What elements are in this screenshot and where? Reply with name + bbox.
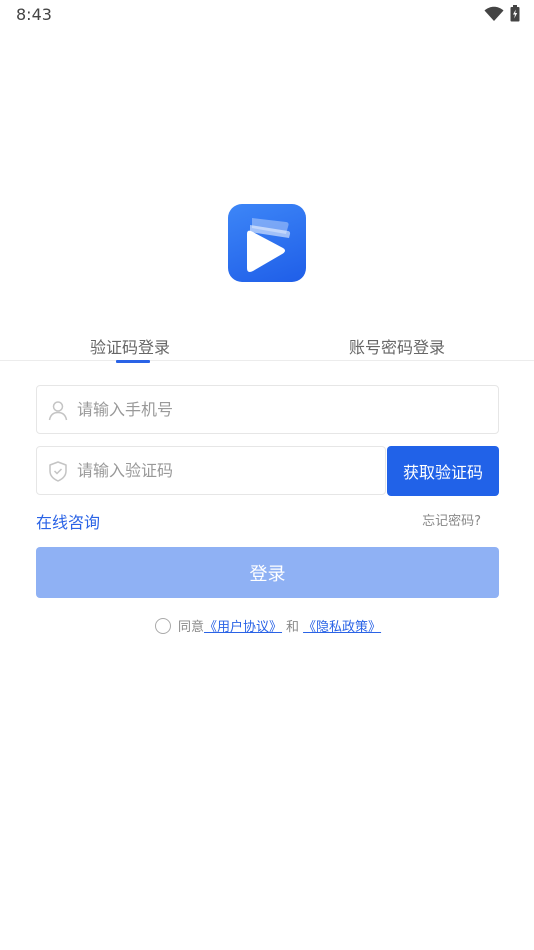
forgot-password-link[interactable]: 忘记密码? (422, 510, 481, 529)
tab-sms-login[interactable]: 验证码登录 (90, 334, 170, 358)
login-page: 8:43 验证码登录 账号密码登录 请输入手机号 请输入验证码 获取验证码 在线… (0, 0, 534, 950)
online-consult-link[interactable]: 在线咨询 (36, 509, 100, 533)
status-time: 8:43 (16, 5, 52, 24)
status-icons (484, 5, 520, 22)
privacy-policy-link[interactable]: 《隐私政策》 (303, 616, 381, 635)
code-field (36, 446, 386, 495)
shield-icon (49, 461, 67, 482)
get-code-button[interactable]: 获取验证码 (387, 446, 499, 496)
phone-input[interactable] (77, 386, 490, 433)
agreement-row: 同意 《用户协议》 和 《隐私政策》 (155, 616, 381, 635)
phone-field (36, 385, 499, 434)
battery-icon (510, 5, 520, 22)
login-tabs: 验证码登录 账号密码登录 (0, 330, 534, 363)
tab-password-login[interactable]: 账号密码登录 (349, 334, 445, 358)
user-agreement-link[interactable]: 《用户协议》 (204, 616, 282, 635)
agree-radio[interactable] (155, 617, 171, 634)
wifi-icon (484, 6, 504, 21)
agree-and-text: 和 (286, 620, 300, 635)
agree-text: 同意 (178, 620, 205, 635)
login-button[interactable]: 登录 (36, 547, 499, 598)
status-bar: 8:43 (0, 0, 534, 28)
user-icon (48, 401, 68, 421)
play-logo-icon (228, 204, 306, 282)
tab-active-indicator (116, 360, 150, 363)
code-input[interactable] (77, 447, 377, 494)
